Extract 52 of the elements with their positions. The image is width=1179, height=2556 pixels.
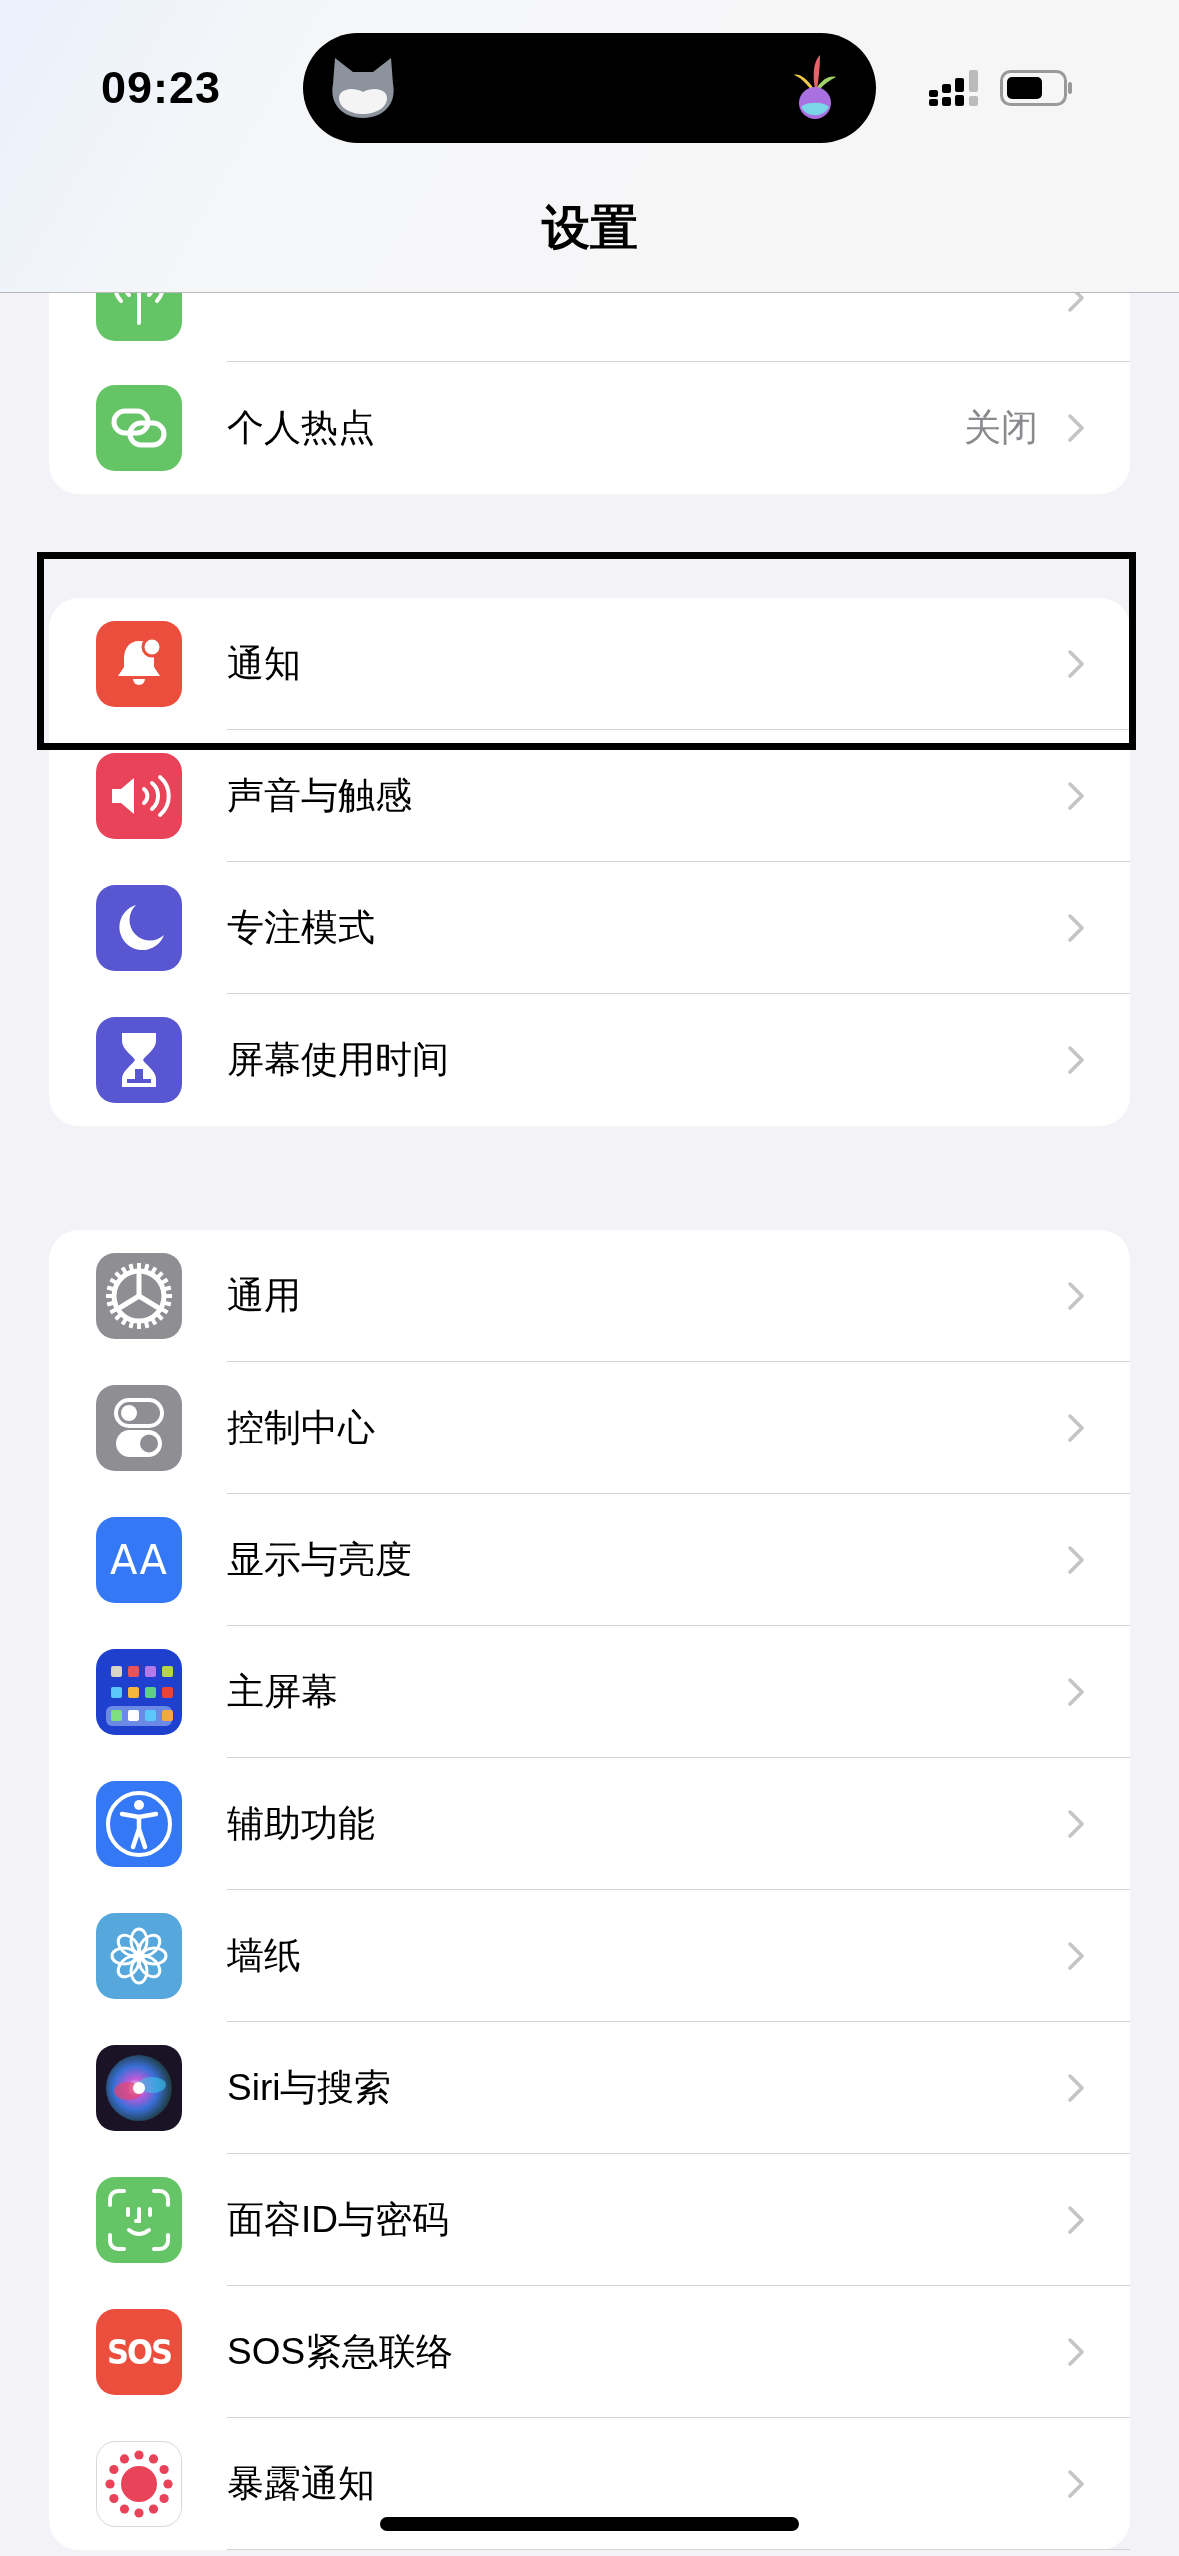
chevron-icon <box>1068 1809 1084 1838</box>
chevron-icon <box>1068 1545 1084 1574</box>
signal-icon <box>929 70 980 106</box>
chevron-icon <box>1068 2073 1084 2102</box>
person-icon <box>96 1781 182 1867</box>
home-indicator[interactable] <box>380 2517 799 2531</box>
chevron-icon <box>1068 1046 1084 1074</box>
chevron-icon <box>1068 2205 1084 2234</box>
orb-icon <box>96 2045 182 2131</box>
gear-icon <box>96 1253 182 1339</box>
row-label[interactable]: 控制中心 <box>227 1402 1068 1453</box>
chevron-icon <box>1068 1413 1084 1442</box>
chevron-icon <box>1068 1281 1084 1310</box>
face-frame-icon <box>96 2177 182 2263</box>
chevron-icon <box>1068 2337 1084 2366</box>
chevron-icon <box>1068 1941 1084 1970</box>
speaker-icon <box>96 753 182 839</box>
app-grid-icon <box>96 1649 182 1735</box>
row-label[interactable]: 通用 <box>227 1270 1068 1321</box>
row-label[interactable]: 墙纸 <box>227 1930 1068 1981</box>
toggle-switches-icon <box>96 1385 182 1471</box>
chevron-icon <box>1068 2469 1084 2498</box>
sun-dots-icon <box>96 2441 182 2527</box>
row-label[interactable]: SOS紧急联络 <box>227 2326 1068 2377</box>
chevron-icon <box>1068 649 1084 678</box>
page-title: 设置 <box>541 200 638 256</box>
chevron-icon <box>1068 913 1084 942</box>
row-label[interactable]: Siri与搜索 <box>227 2062 1068 2113</box>
row-label[interactable]: 屏幕使用时间 <box>227 1035 1068 1085</box>
row-label[interactable]: 辅助功能 <box>227 1798 1068 1849</box>
row-label[interactable]: 专注模式 <box>227 902 1068 953</box>
letters-icon: AA <box>96 1517 182 1603</box>
chevron-icon <box>1068 1677 1084 1706</box>
row-label[interactable]: 个人热点 <box>227 403 964 453</box>
row-label[interactable]: 面容ID与密码 <box>227 2194 1068 2245</box>
row-label[interactable]: 通知 <box>227 638 1068 689</box>
sprout-icon <box>792 55 838 121</box>
flower-icon <box>96 1913 182 1999</box>
bell-icon <box>96 621 182 707</box>
row-label[interactable]: 主屏幕 <box>227 1666 1068 1717</box>
moon-icon <box>96 885 182 971</box>
chain-link-icon <box>96 385 182 471</box>
chevron-icon <box>1068 414 1084 442</box>
sos-icon: SOS <box>96 2309 182 2395</box>
clock-time: 09:23 <box>101 62 223 114</box>
row-label[interactable]: 声音与触感 <box>227 770 1068 821</box>
battery-icon <box>1000 70 1072 106</box>
chevron-icon <box>1068 781 1084 810</box>
row-value: 关闭 <box>964 406 1038 450</box>
hourglass-icon <box>96 1017 182 1103</box>
row-label[interactable]: 暴露通知 <box>227 2458 1068 2509</box>
row-label[interactable]: 显示与亮度 <box>227 1534 1068 1585</box>
